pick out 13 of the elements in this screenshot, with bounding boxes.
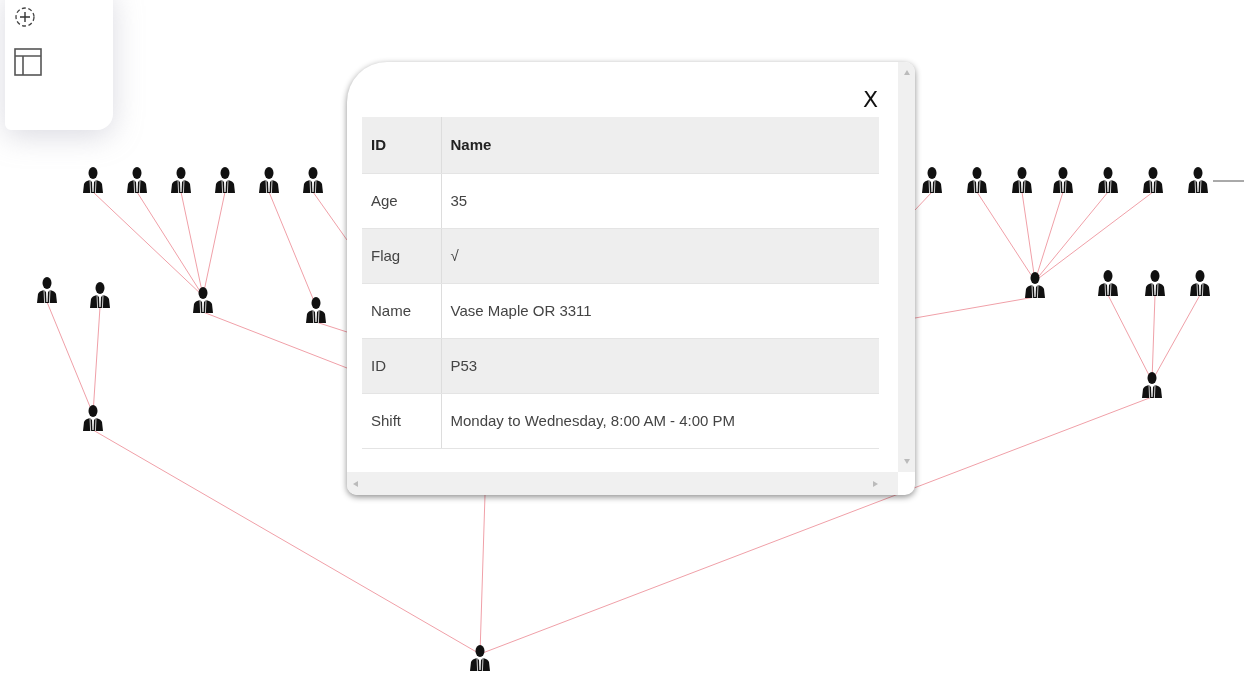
table-cell: Vase Maple OR 3311 [441,283,879,338]
column-header: Name [441,117,879,173]
table-cell: Age [362,173,441,228]
column-header: ID [362,117,441,173]
table-cell: √ [441,228,879,283]
close-button[interactable]: X [862,89,880,117]
table-cell: 35 [441,173,879,228]
table-cell: P53 [441,338,879,393]
table-cell: Name [362,283,441,338]
table-cell: Flag [362,228,441,283]
table-cell: Monday to Wednesday, 8:00 AM - 4:00 PM [441,393,879,448]
table-cell: Shift [362,393,441,448]
table-cell: ID [362,338,441,393]
